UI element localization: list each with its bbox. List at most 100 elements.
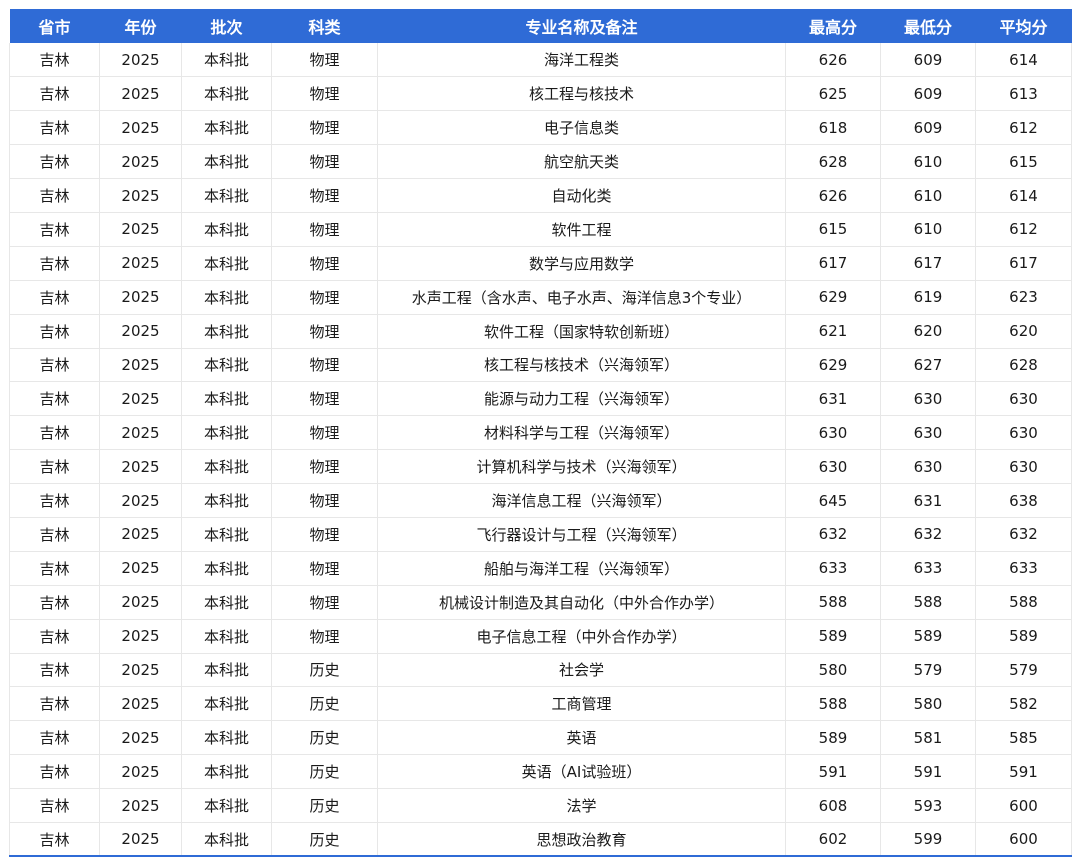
province-cell: 吉林 — [9, 483, 100, 518]
max-score-cell: 628 — [785, 144, 881, 180]
year-cell: 2025 — [99, 788, 182, 823]
major-cell: 电子信息工程（中外合作办学） — [377, 619, 786, 654]
min-score-cell: 593 — [880, 788, 976, 823]
min-score-cell: 617 — [880, 246, 976, 281]
year-cell: 2025 — [99, 178, 182, 213]
province-cell: 吉林 — [9, 76, 100, 112]
avg-score-cell: 612 — [975, 212, 1072, 247]
header-avg-score: 平均分 — [975, 9, 1072, 43]
min-score-cell: 609 — [880, 43, 976, 78]
table-row: 吉林 2025 本科批 历史 思想政治教育 602 599 600 — [9, 822, 1072, 858]
province-cell: 吉林 — [9, 178, 100, 213]
max-score-cell: 602 — [785, 822, 881, 858]
category-cell: 历史 — [271, 653, 378, 688]
year-cell: 2025 — [99, 449, 182, 485]
avg-score-cell: 600 — [975, 822, 1072, 858]
avg-score-cell: 579 — [975, 653, 1072, 688]
batch-cell: 本科批 — [181, 348, 272, 383]
min-score-cell: 599 — [880, 822, 976, 858]
max-score-cell: 630 — [785, 449, 881, 485]
table-row: 吉林 2025 本科批 物理 自动化类 626 610 614 — [9, 178, 1072, 213]
header-major: 专业名称及备注 — [377, 9, 786, 43]
table-row: 吉林 2025 本科批 物理 计算机科学与技术（兴海领军） 630 630 630 — [9, 449, 1072, 485]
max-score-cell: 617 — [785, 246, 881, 281]
max-score-cell: 608 — [785, 788, 881, 823]
province-cell: 吉林 — [9, 246, 100, 281]
category-cell: 物理 — [271, 144, 378, 180]
batch-cell: 本科批 — [181, 619, 272, 654]
table-row: 吉林 2025 本科批 物理 核工程与核技术 625 609 613 — [9, 76, 1072, 112]
province-cell: 吉林 — [9, 653, 100, 688]
header-province: 省市 — [9, 9, 100, 43]
header-batch: 批次 — [181, 9, 272, 43]
province-cell: 吉林 — [9, 314, 100, 349]
major-cell: 英语 — [377, 720, 786, 756]
max-score-cell: 631 — [785, 381, 881, 417]
province-cell: 吉林 — [9, 619, 100, 654]
major-cell: 软件工程 — [377, 212, 786, 247]
avg-score-cell: 630 — [975, 449, 1072, 485]
major-cell: 软件工程（国家特软创新班） — [377, 314, 786, 349]
avg-score-cell: 630 — [975, 381, 1072, 417]
table-row: 吉林 2025 本科批 物理 核工程与核技术（兴海领军） 629 627 628 — [9, 348, 1072, 383]
min-score-cell: 620 — [880, 314, 976, 349]
year-cell: 2025 — [99, 144, 182, 180]
major-cell: 船舶与海洋工程（兴海领军） — [377, 551, 786, 586]
major-cell: 计算机科学与技术（兴海领军） — [377, 449, 786, 485]
category-cell: 物理 — [271, 449, 378, 485]
table-header-row: 省市 年份 批次 科类 专业名称及备注 最高分 最低分 平均分 — [9, 9, 1072, 43]
avg-score-cell: 614 — [975, 43, 1072, 78]
batch-cell: 本科批 — [181, 822, 272, 858]
table-row: 吉林 2025 本科批 物理 数学与应用数学 617 617 617 — [9, 246, 1072, 281]
min-score-cell: 633 — [880, 551, 976, 586]
major-cell: 海洋工程类 — [377, 43, 786, 78]
year-cell: 2025 — [99, 280, 182, 315]
avg-score-cell: 617 — [975, 246, 1072, 281]
table-row: 吉林 2025 本科批 物理 机械设计制造及其自动化（中外合作办学） 588 588 588 — [9, 585, 1072, 620]
min-score-cell: 630 — [880, 449, 976, 485]
category-cell: 物理 — [271, 314, 378, 349]
header-year: 年份 — [99, 9, 182, 43]
avg-score-cell: 585 — [975, 720, 1072, 756]
table-row: 吉林 2025 本科批 物理 水声工程（含水声、电子水声、海洋信息3个专业） 629 619… — [9, 280, 1072, 315]
table-row: 吉林 2025 本科批 历史 社会学 580 579 579 — [9, 653, 1072, 688]
table-row: 吉林 2025 本科批 物理 材料科学与工程（兴海领军） 630 630 630 — [9, 415, 1072, 451]
major-cell: 航空航天类 — [377, 144, 786, 180]
province-cell: 吉林 — [9, 822, 100, 858]
category-cell: 物理 — [271, 415, 378, 451]
table-row: 吉林 2025 本科批 历史 英语 589 581 585 — [9, 720, 1072, 756]
table-row: 吉林 2025 本科批 历史 法学 608 593 600 — [9, 788, 1072, 823]
major-cell: 能源与动力工程（兴海领军） — [377, 381, 786, 417]
province-cell: 吉林 — [9, 43, 100, 78]
batch-cell: 本科批 — [181, 246, 272, 281]
min-score-cell: 631 — [880, 483, 976, 518]
category-cell: 历史 — [271, 822, 378, 858]
min-score-cell: 581 — [880, 720, 976, 756]
batch-cell: 本科批 — [181, 788, 272, 823]
batch-cell: 本科批 — [181, 551, 272, 586]
max-score-cell: 591 — [785, 754, 881, 790]
avg-score-cell: 633 — [975, 551, 1072, 586]
province-cell: 吉林 — [9, 415, 100, 451]
min-score-cell: 580 — [880, 686, 976, 722]
category-cell: 历史 — [271, 754, 378, 790]
min-score-cell: 589 — [880, 619, 976, 654]
avg-score-cell: 613 — [975, 76, 1072, 112]
major-cell: 数学与应用数学 — [377, 246, 786, 281]
avg-score-cell: 591 — [975, 754, 1072, 790]
batch-cell: 本科批 — [181, 415, 272, 451]
max-score-cell: 589 — [785, 619, 881, 654]
category-cell: 物理 — [271, 212, 378, 247]
min-score-cell: 610 — [880, 212, 976, 247]
table-row: 吉林 2025 本科批 物理 海洋信息工程（兴海领军） 645 631 638 — [9, 483, 1072, 518]
max-score-cell: 621 — [785, 314, 881, 349]
year-cell: 2025 — [99, 415, 182, 451]
category-cell: 物理 — [271, 110, 378, 146]
batch-cell: 本科批 — [181, 653, 272, 688]
year-cell: 2025 — [99, 619, 182, 654]
avg-score-cell: 600 — [975, 788, 1072, 823]
max-score-cell: 580 — [785, 653, 881, 688]
category-cell: 物理 — [271, 381, 378, 417]
table-row: 吉林 2025 本科批 物理 航空航天类 628 610 615 — [9, 144, 1072, 180]
max-score-cell: 618 — [785, 110, 881, 146]
